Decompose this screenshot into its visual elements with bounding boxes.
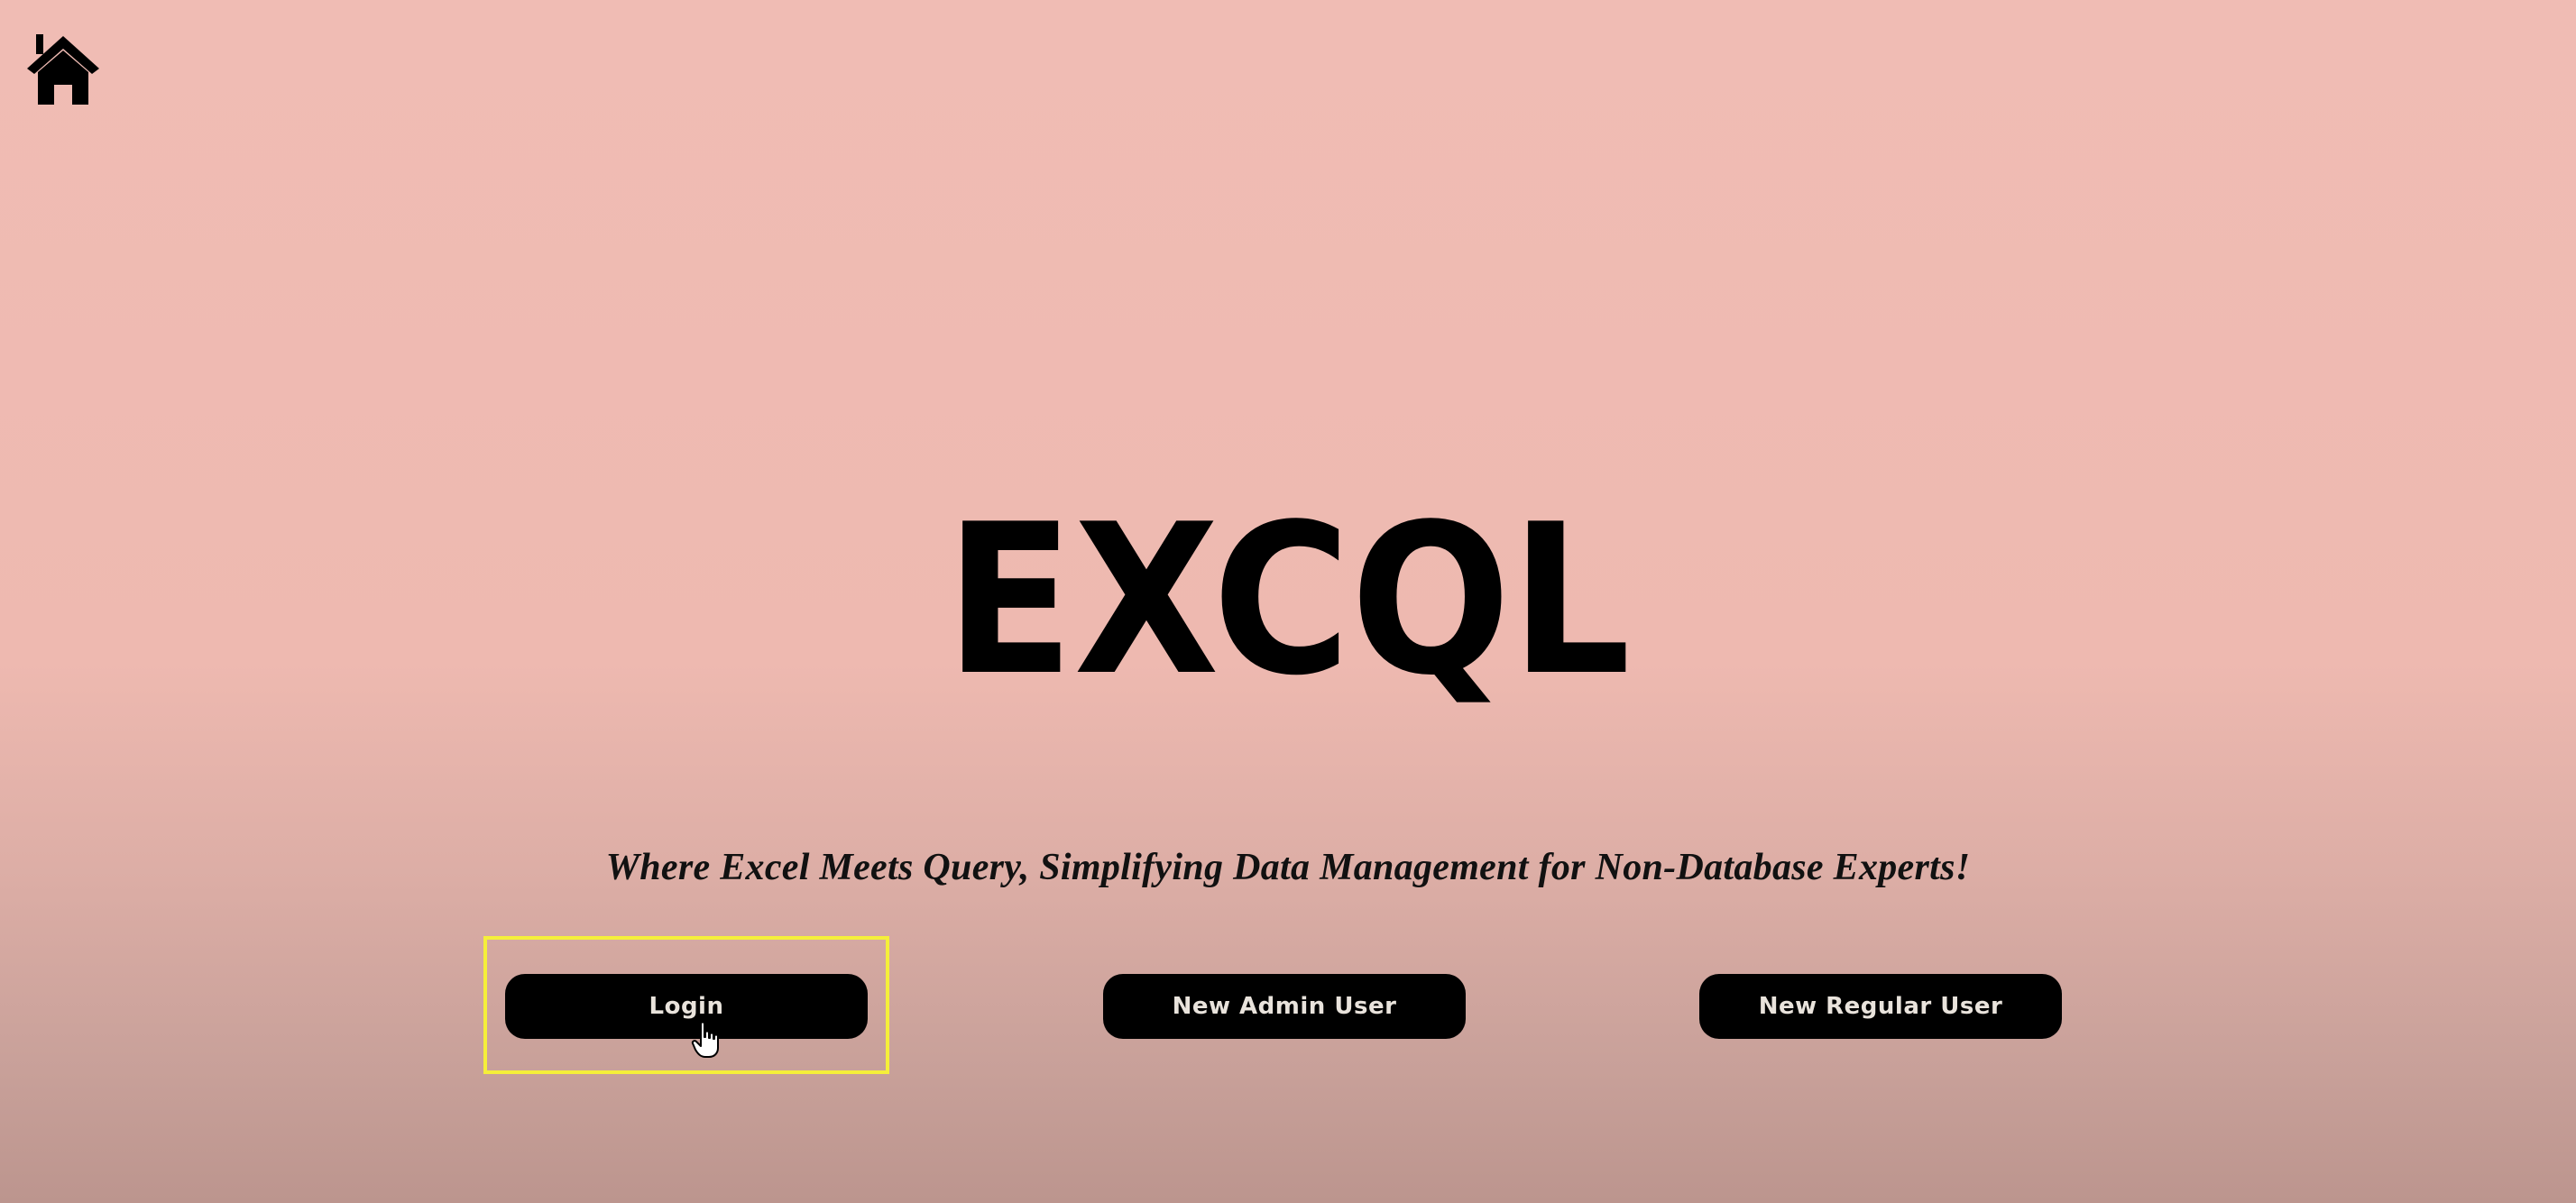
logo-text: EXCQL (945, 491, 1631, 708)
new-regular-user-button-label: New Regular User (1758, 993, 2003, 1020)
tagline: Where Excel Meets Query, Simplifying Dat… (605, 847, 1971, 888)
new-regular-user-button[interactable]: New Regular User (1699, 974, 2062, 1039)
new-admin-user-button-label: New Admin User (1172, 993, 1397, 1020)
new-admin-user-button[interactable]: New Admin User (1103, 974, 1466, 1039)
login-button[interactable]: Login (505, 974, 868, 1039)
app-logo: EXCQL (0, 491, 2576, 708)
logo-wordmark: EXCQL (945, 491, 1631, 708)
home-icon (27, 34, 99, 105)
login-button-label: Login (649, 993, 724, 1020)
home-button[interactable] (25, 32, 101, 106)
